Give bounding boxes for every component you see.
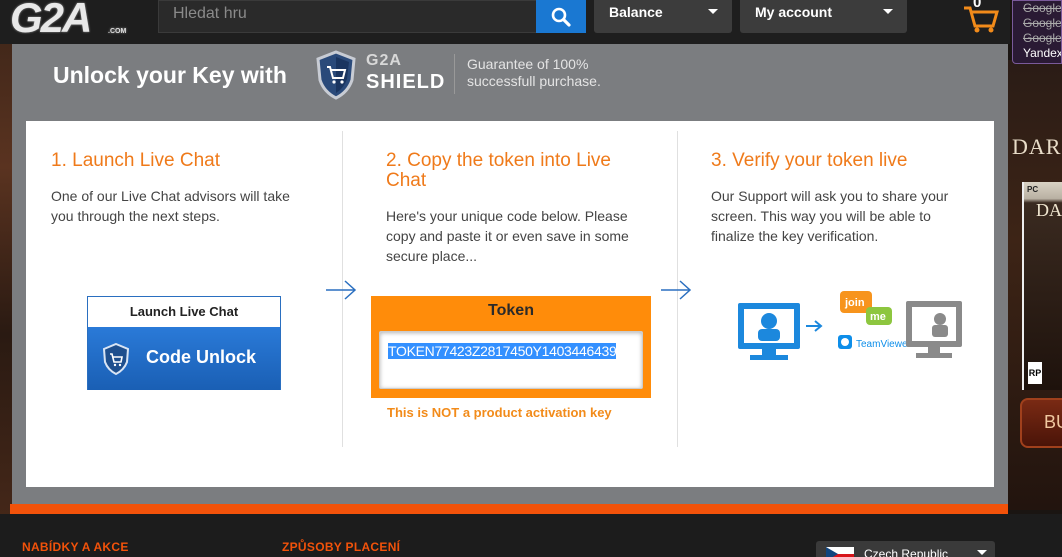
country-selector[interactable]: Czech Republic	[816, 541, 995, 557]
footer: NABÍDKY A AKCE ZPŮSOBY PLACENÍ Czech Rep…	[0, 514, 1062, 557]
my-account-label: My account	[755, 4, 833, 20]
shield-brand-top: G2A	[366, 52, 402, 69]
step-3-title: 3. Verify your token live	[711, 150, 908, 171]
country-name: Czech Republic	[864, 547, 949, 557]
balance-label: Balance	[609, 4, 663, 20]
step-1-title: 1. Launch Live Chat	[51, 150, 221, 171]
chevron-down-icon	[708, 9, 718, 14]
shield-brand-bottom: SHIELD	[366, 71, 446, 93]
teamviewer-label: TeamViewer	[856, 339, 912, 350]
divider	[454, 54, 455, 94]
suggestion-item[interactable]: Google	[1023, 31, 1061, 46]
guarantee-text: Guarantee of 100% successfull purchase.	[467, 56, 601, 89]
search-box	[158, 0, 538, 33]
step-2-title: 2. Copy the token into Live Chat	[386, 150, 611, 191]
me-label: me	[870, 311, 886, 323]
shield-icon	[316, 50, 356, 100]
steps-card: 1. Launch Live Chat One of our Live Chat…	[26, 121, 994, 487]
footer-link-offers[interactable]: NABÍDKY A AKCE	[22, 540, 129, 554]
rating-badge: RP	[1028, 362, 1042, 384]
code-unlock-bar: Code Unlock	[88, 327, 280, 390]
cart-icon	[964, 6, 999, 33]
verify-graphic: join me TeamViewer	[738, 291, 962, 360]
top-header: G2A .COM Balance My account 0	[0, 0, 1010, 44]
g2a-logo[interactable]: G2A .COM	[10, 0, 126, 42]
page-title: Unlock your Key with	[53, 62, 287, 88]
launch-live-chat-button[interactable]: Launch Live Chat Code Unlock	[87, 296, 281, 390]
czech-flag-icon	[826, 547, 854, 557]
token-value[interactable]: TOKEN77423Z2817450Y1403446439	[388, 343, 617, 359]
chevron-down-icon	[977, 550, 987, 555]
search-button[interactable]	[536, 0, 586, 33]
search-suggestions: Google Google Google Yandex	[1012, 0, 1062, 64]
side-ad-buy-button[interactable]: BU	[1020, 398, 1062, 448]
join-label: join	[844, 297, 865, 309]
cart-count: 0	[973, 0, 982, 11]
background-artwork-left	[0, 0, 12, 557]
shield-cart-icon	[102, 343, 130, 375]
suggestion-item[interactable]: Google	[1023, 16, 1061, 31]
token-warning: This is NOT a product activation key	[387, 405, 612, 420]
code-unlock-label: Code Unlock	[146, 347, 257, 367]
balance-dropdown[interactable]: Balance	[594, 0, 732, 33]
box-title: DA	[1036, 200, 1062, 220]
arrow-right-icon	[326, 280, 357, 300]
suggestion-item[interactable]: Google	[1023, 1, 1061, 16]
chevron-down-icon	[883, 9, 893, 14]
launch-live-chat-label: Launch Live Chat	[129, 304, 239, 319]
search-icon	[551, 7, 571, 27]
step-1-text: One of our Live Chat advisors will take …	[51, 188, 290, 224]
search-input[interactable]	[159, 1, 537, 32]
arrow-right-icon	[661, 280, 692, 300]
footer-accent-bar	[10, 504, 1008, 514]
token-label: Token	[488, 302, 534, 319]
cart-button[interactable]: 0	[962, 0, 1002, 34]
unlock-panel: Unlock your Key with G2A SHIELD Guarante…	[12, 44, 1008, 504]
suggestion-item[interactable]: Yandex	[1023, 46, 1061, 61]
platform-label: PC	[1027, 185, 1039, 194]
step-3-text: Our Support will ask you to share your s…	[711, 188, 949, 244]
token-field[interactable]: TOKEN77423Z2817450Y1403446439	[379, 331, 643, 389]
side-ad-title: DAR	[1012, 134, 1062, 159]
footer-link-payment[interactable]: ZPŮSOBY PLACENÍ	[282, 540, 400, 554]
step-2-text: Here's your unique code below. Please co…	[386, 208, 629, 264]
side-ad-game-box[interactable]: PC DA RP	[1022, 182, 1062, 390]
logo-suffix: .COM	[108, 28, 127, 35]
token-box: Token TOKEN77423Z2817450Y1403446439	[371, 296, 651, 398]
my-account-dropdown[interactable]: My account	[740, 0, 907, 33]
